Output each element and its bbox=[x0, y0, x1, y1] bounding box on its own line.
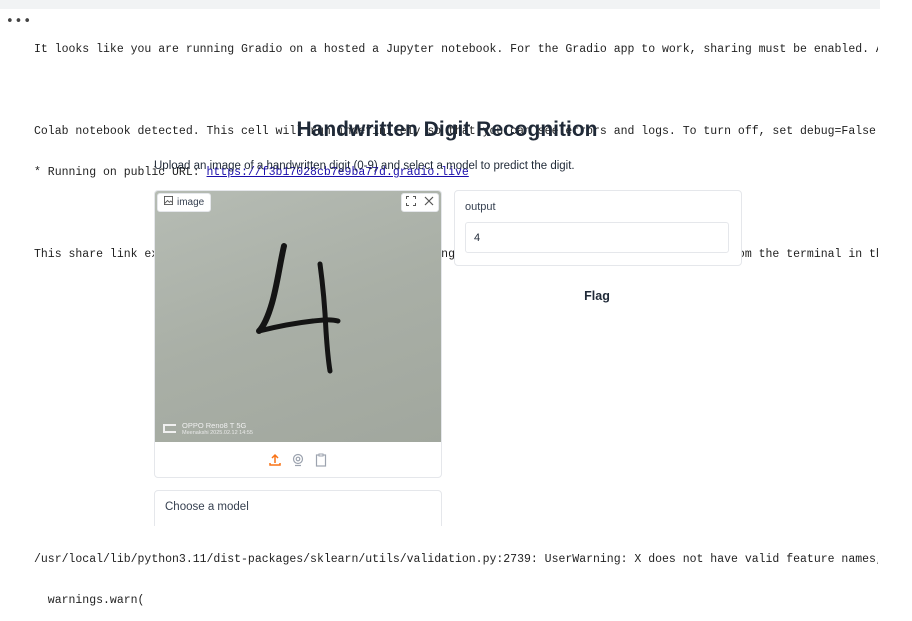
warning-line: /usr/local/lib/python3.11/dist-packages/… bbox=[34, 553, 878, 566]
output-textbox[interactable]: 4 bbox=[465, 222, 729, 253]
gradio-app: Handwritten Digit Recognition Upload an … bbox=[0, 112, 878, 526]
output-label: output bbox=[465, 201, 496, 213]
cell-output-menu-icon[interactable]: ••• bbox=[6, 14, 32, 29]
camera-brand-logo bbox=[163, 424, 176, 433]
image-toolbar bbox=[401, 193, 439, 212]
uploaded-digit-image: OPPO Reno8 T 5G Meenakshi 2025.02.12 14:… bbox=[155, 191, 441, 442]
image-input-panel[interactable]: OPPO Reno8 T 5G Meenakshi 2025.02.12 14:… bbox=[154, 190, 442, 478]
model-dropdown-panel[interactable]: Choose a model bbox=[154, 490, 442, 526]
cell-top-bar bbox=[0, 0, 880, 9]
flag-button[interactable]: Flag bbox=[454, 280, 740, 312]
image-label-text: image bbox=[177, 197, 205, 208]
webcam-icon[interactable] bbox=[291, 453, 305, 467]
app-title: Handwritten Digit Recognition bbox=[296, 118, 598, 141]
warning-line: warnings.warn( bbox=[34, 594, 145, 607]
fullscreen-icon[interactable] bbox=[404, 196, 418, 209]
image-source-buttons bbox=[155, 442, 441, 477]
upload-icon[interactable] bbox=[268, 453, 282, 467]
model-dropdown-label: Choose a model bbox=[165, 501, 249, 513]
clipboard-icon[interactable] bbox=[314, 453, 328, 467]
watermark-subtitle: Meenakshi 2025.02.12 14:55 bbox=[182, 430, 253, 436]
log-line: It looks like you are running Gradio on … bbox=[34, 43, 878, 56]
output-panel: output 4 bbox=[454, 190, 742, 266]
app-description: Upload an image of a handwritten digit (… bbox=[154, 160, 575, 172]
image-icon bbox=[164, 194, 173, 211]
image-input-label: image bbox=[157, 193, 212, 212]
photo-watermark: OPPO Reno8 T 5G Meenakshi 2025.02.12 14:… bbox=[163, 421, 253, 436]
warning-log: /usr/local/lib/python3.11/dist-packages/… bbox=[34, 526, 878, 621]
watermark-brand: OPPO Reno8 T 5G bbox=[182, 421, 247, 430]
close-icon[interactable] bbox=[422, 196, 436, 209]
